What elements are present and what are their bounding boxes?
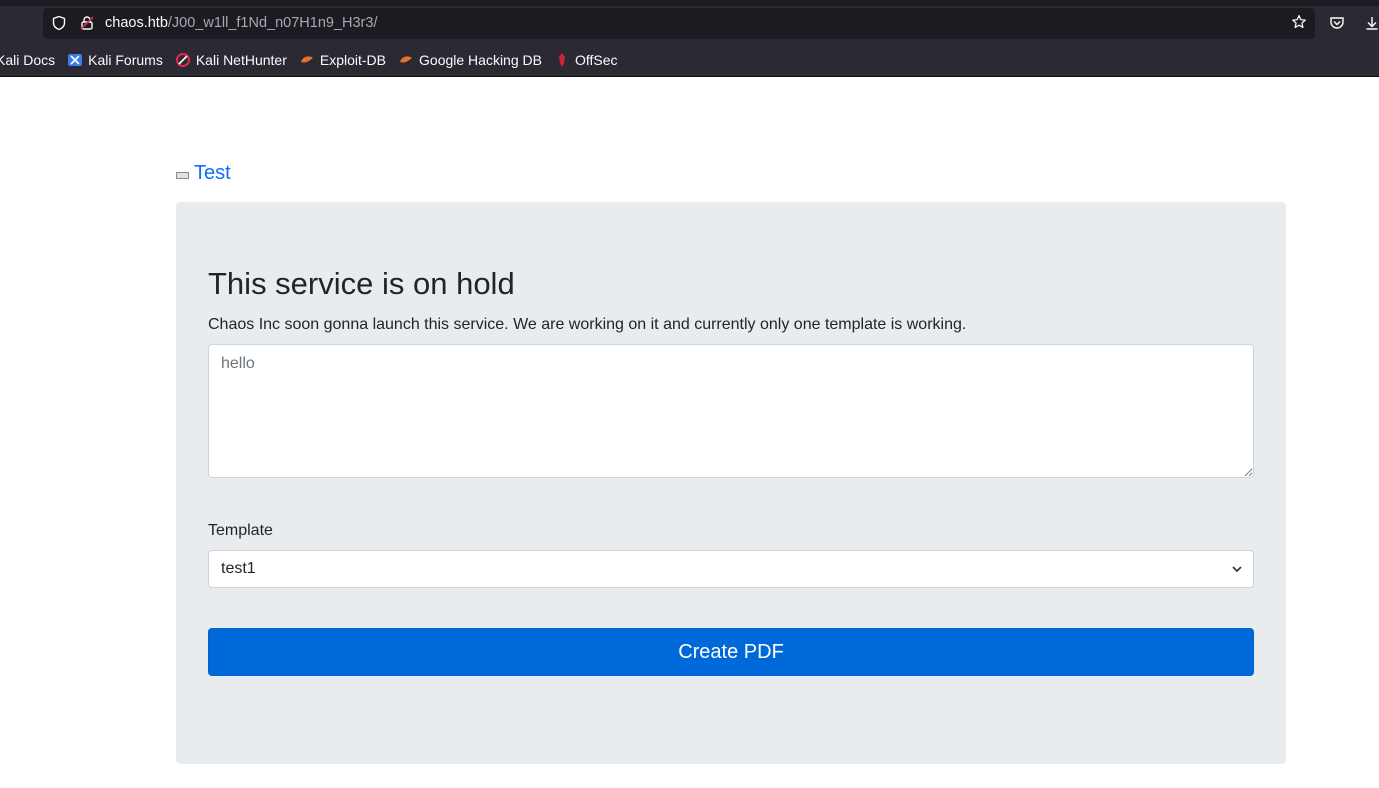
download-icon[interactable]	[1364, 15, 1379, 36]
bookmark-label: Exploit-DB	[319, 52, 387, 68]
template-label: Template	[208, 522, 273, 539]
bookmark-label: Kali NetHunter	[195, 52, 287, 68]
bookmark-label: Kali Forums	[88, 52, 163, 68]
address-bar[interactable]: chaos.htb/J00_w1ll_f1Nd_n07H1n9_H3r3/	[43, 8, 1315, 39]
template-select[interactable]: test1	[208, 550, 1254, 588]
ghdb-icon	[398, 52, 414, 68]
service-description: Chaos Inc soon gonna launch this service…	[208, 316, 967, 333]
test-link-wrapper: Test	[176, 162, 231, 185]
nethunter-icon	[175, 52, 191, 68]
chevron-down-icon	[1231, 562, 1243, 576]
bookmark-offsec[interactable]: OffSec	[554, 52, 618, 68]
exploit-db-icon	[299, 52, 315, 68]
create-pdf-button[interactable]: Create PDF	[208, 628, 1254, 676]
broken-image-icon	[176, 172, 189, 179]
bookmarks-toolbar: Kali Docs Kali Forums Kali NetHunter Exp…	[0, 48, 1379, 72]
bookmark-kali-docs[interactable]: Kali Docs	[0, 52, 55, 68]
bookmark-label: Kali Docs	[0, 52, 56, 68]
kali-forums-icon	[67, 52, 83, 68]
pocket-icon[interactable]	[1329, 15, 1345, 36]
lock-insecure-icon[interactable]	[79, 15, 95, 31]
browser-toolbar: chaos.htb/J00_w1ll_f1Nd_n07H1n9_H3r3/ Ka…	[0, 0, 1379, 77]
tab-strip	[0, 0, 1379, 6]
service-card: This service is on hold Chaos Inc soon g…	[176, 202, 1286, 764]
url-text[interactable]: chaos.htb/J00_w1ll_f1Nd_n07H1n9_H3r3/	[105, 15, 377, 31]
bookmark-star-icon[interactable]	[1291, 14, 1307, 30]
url-path: /J00_w1ll_f1Nd_n07H1n9_H3r3/	[167, 15, 378, 31]
offsec-icon	[554, 52, 570, 68]
page-heading: This service is on hold	[208, 266, 515, 301]
bookmark-kali-nethunter[interactable]: Kali NetHunter	[175, 52, 287, 68]
test-link[interactable]: Test	[194, 162, 231, 185]
bookmark-kali-forums[interactable]: Kali Forums	[67, 52, 163, 68]
url-host: chaos.htb	[105, 15, 168, 31]
bookmark-exploit-db[interactable]: Exploit-DB	[299, 52, 386, 68]
shield-icon[interactable]	[51, 15, 67, 31]
template-selected-value: test1	[221, 560, 256, 577]
bookmark-label: OffSec	[574, 52, 618, 68]
bookmark-label: Google Hacking DB	[419, 52, 542, 68]
bookmark-google-hacking-db[interactable]: Google Hacking DB	[398, 52, 542, 68]
content-textarea[interactable]	[208, 344, 1254, 478]
